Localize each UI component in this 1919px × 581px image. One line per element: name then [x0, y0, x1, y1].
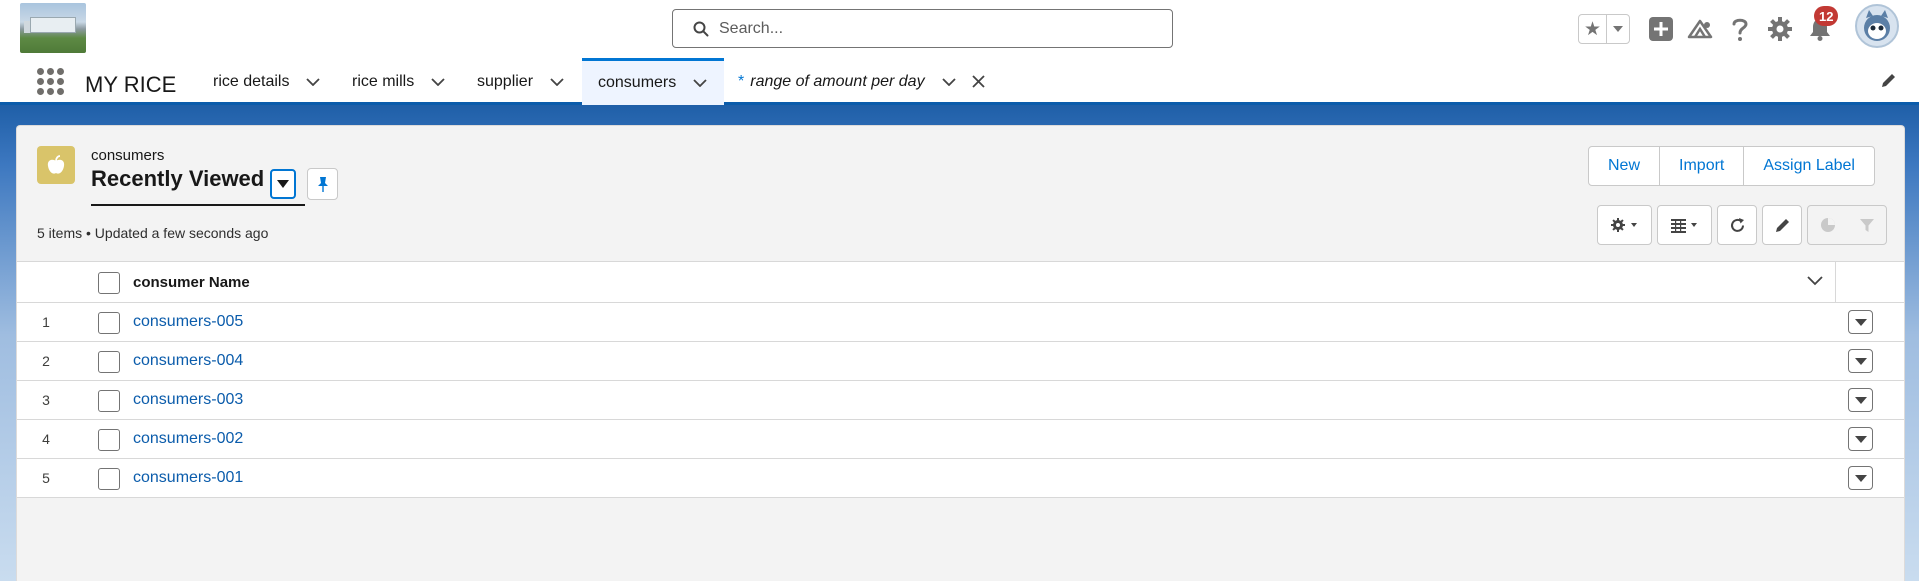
app-launcher-waffle-icon[interactable]: [37, 68, 64, 95]
row-checkbox[interactable]: [98, 351, 120, 373]
column-header-consumer-name[interactable]: consumer Name: [133, 274, 250, 291]
tab-label: supplier: [477, 72, 534, 90]
display-as-table-button[interactable]: [1657, 205, 1712, 245]
row-action-chevron-icon[interactable]: [1848, 388, 1873, 412]
table-row: 3 consumers-003: [17, 381, 1904, 420]
app-name: MY RICE: [85, 72, 177, 97]
trailhead-icon[interactable]: [1687, 16, 1713, 42]
record-link[interactable]: consumers-002: [133, 430, 243, 448]
table-header-row: consumer Name: [17, 261, 1904, 304]
pencil-icon: [1775, 218, 1789, 232]
tab-rice-mills[interactable]: rice mills: [352, 58, 454, 105]
consumer-object-apple-icon: [37, 146, 75, 184]
row-checkbox[interactable]: [98, 390, 120, 412]
tab-supplier[interactable]: supplier: [477, 58, 573, 105]
chevron-down-icon[interactable]: [297, 66, 329, 98]
row-action-chevron-icon[interactable]: [1848, 466, 1873, 490]
list-view-panel: consumers Recently Viewed 5 items • Upda…: [16, 125, 1905, 581]
setup-gear-icon[interactable]: [1767, 16, 1793, 42]
gear-icon: [1610, 218, 1637, 232]
chart-icon[interactable]: [1820, 217, 1836, 233]
row-number: 3: [42, 392, 50, 408]
row-action-chevron-icon[interactable]: [1848, 349, 1873, 373]
user-avatar[interactable]: [1855, 4, 1899, 48]
global-search-box[interactable]: [672, 9, 1173, 48]
row-number: 2: [42, 353, 50, 369]
edit-list-button[interactable]: [1762, 205, 1802, 245]
favorites-list-chevron-icon[interactable]: [1607, 15, 1629, 43]
list-view-controls-button[interactable]: [1597, 205, 1652, 245]
row-number: 5: [42, 470, 50, 486]
record-link[interactable]: consumers-004: [133, 352, 243, 370]
row-action-chevron-icon[interactable]: [1848, 310, 1873, 334]
refresh-button[interactable]: [1717, 205, 1757, 245]
tab-label: consumers: [598, 74, 677, 91]
refresh-icon: [1730, 217, 1744, 232]
close-tab-icon[interactable]: [967, 70, 991, 94]
table-row: 4 consumers-002: [17, 420, 1904, 459]
tab-label: rice mills: [352, 72, 415, 90]
list-actions-group: New Import Assign Label: [1588, 146, 1875, 186]
favorites-star-icon[interactable]: ★: [1579, 15, 1607, 43]
assign-label-button[interactable]: Assign Label: [1744, 147, 1874, 185]
search-input[interactable]: [719, 17, 1149, 41]
row-number: 1: [42, 314, 50, 330]
record-link[interactable]: consumers-001: [133, 469, 243, 487]
tab-consumers[interactable]: consumers: [582, 58, 724, 105]
list-view-name[interactable]: Recently Viewed: [91, 166, 264, 192]
chevron-down-icon[interactable]: [541, 66, 573, 98]
table-row: 2 consumers-004: [17, 342, 1904, 381]
tab-label: rice details: [213, 72, 290, 90]
tab-label: range of amount per day: [750, 72, 925, 90]
row-checkbox[interactable]: [98, 312, 120, 334]
pin-list-view-icon[interactable]: [307, 168, 338, 200]
column-actions-chevron-icon[interactable]: [1807, 273, 1823, 291]
unsaved-indicator: *: [738, 72, 745, 90]
row-number: 4: [42, 431, 50, 447]
records-table: consumer Name 1 consumers-005 2 consumer…: [17, 261, 1904, 498]
list-view-name-underline: [91, 204, 305, 206]
notification-count-badge: 12: [1814, 6, 1839, 26]
import-button[interactable]: Import: [1660, 147, 1745, 185]
edit-nav-items-pencil-icon[interactable]: [1880, 72, 1897, 94]
object-name: consumers: [91, 147, 165, 164]
chevron-down-icon[interactable]: [684, 67, 716, 99]
record-link[interactable]: consumers-003: [133, 391, 243, 409]
favorites-button-group: ★: [1578, 14, 1630, 44]
chevron-down-icon[interactable]: [422, 66, 454, 98]
chevron-down-icon[interactable]: [933, 66, 965, 98]
row-checkbox[interactable]: [98, 468, 120, 490]
table-icon: [1670, 219, 1697, 233]
record-link[interactable]: consumers-005: [133, 313, 243, 331]
help-icon[interactable]: [1727, 16, 1753, 42]
logo-building: [30, 17, 76, 33]
search-icon: [693, 21, 709, 37]
app-navigation-bar: MY RICE rice details rice mills supplier…: [0, 58, 1919, 105]
tab-rice-details[interactable]: rice details: [213, 58, 329, 105]
global-actions-plus-icon[interactable]: [1648, 16, 1674, 42]
global-header: ★: [0, 0, 1919, 58]
table-row: 5 consumers-001: [17, 459, 1904, 498]
row-checkbox[interactable]: [98, 429, 120, 451]
filter-icon[interactable]: [1859, 217, 1875, 233]
charts-filters-group: [1807, 205, 1887, 245]
org-logo[interactable]: [20, 3, 86, 53]
list-view-picker-chevron-icon[interactable]: [270, 169, 296, 199]
row-action-chevron-icon[interactable]: [1848, 427, 1873, 451]
list-view-status: 5 items • Updated a few seconds ago: [37, 225, 269, 241]
column-divider[interactable]: [1835, 262, 1836, 304]
tab-range-of-amount-per-day[interactable]: * range of amount per day: [738, 58, 991, 105]
table-row: 1 consumers-005: [17, 303, 1904, 342]
select-all-checkbox[interactable]: [98, 272, 120, 294]
new-button[interactable]: New: [1589, 147, 1661, 185]
